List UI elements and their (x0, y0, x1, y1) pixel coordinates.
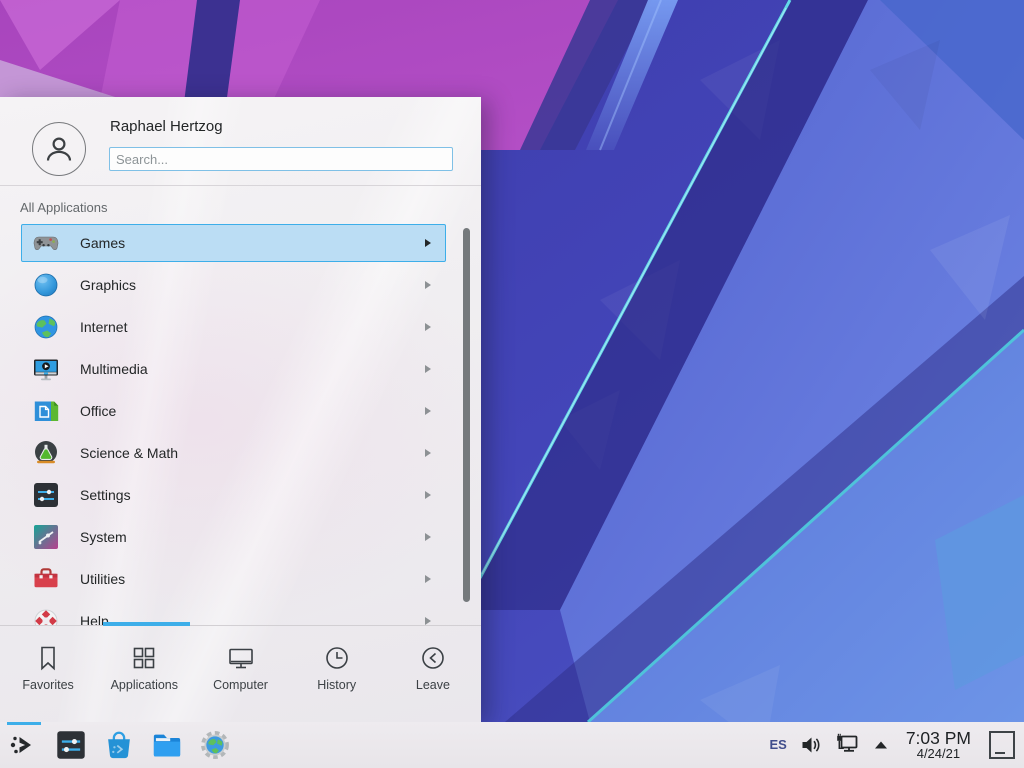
settings-icon (32, 481, 60, 509)
scrollbar-thumb[interactable] (463, 228, 470, 602)
tab-label: History (317, 678, 356, 692)
discover-button[interactable] (102, 725, 136, 765)
keyboard-layout-indicator[interactable]: ES (769, 737, 786, 752)
menu-item-label: Settings (80, 487, 425, 503)
menu-item-utilities[interactable]: Utilities (21, 560, 446, 598)
menu-item-science-math[interactable]: Science & Math (21, 434, 446, 472)
web-browser-button[interactable] (198, 725, 232, 765)
menu-item-multimedia[interactable]: Multimedia (21, 350, 446, 388)
taskbar-panel: ES 7:03 PM (0, 722, 1024, 768)
tab-computer[interactable]: Computer (192, 628, 288, 722)
menu-item-office[interactable]: Office (21, 392, 446, 430)
leave-circle-icon (419, 643, 447, 673)
wired-network-icon[interactable] (835, 733, 860, 756)
tab-applications[interactable]: Applications (96, 628, 192, 722)
active-tab-indicator (103, 622, 190, 626)
menu-item-label: Multimedia (80, 361, 425, 377)
launcher-header: Raphael Hertzog (0, 97, 481, 186)
multimedia-icon (32, 355, 60, 383)
office-icon (32, 397, 60, 425)
internet-icon (32, 313, 60, 341)
tab-label: Leave (416, 678, 450, 692)
tab-label: Computer (213, 678, 268, 692)
submenu-arrow-icon (425, 575, 431, 583)
submenu-arrow-icon (425, 407, 431, 415)
show-desktop-icon (988, 730, 1016, 760)
tab-leave[interactable]: Leave (385, 628, 481, 722)
tab-label: Favorites (22, 678, 73, 692)
system-settings-icon (55, 729, 87, 761)
user-avatar[interactable] (32, 122, 86, 176)
submenu-arrow-icon (425, 449, 431, 457)
grid-icon (130, 643, 158, 673)
taskbar-apps (0, 725, 232, 765)
submenu-arrow-icon (425, 491, 431, 499)
section-label: All Applications (20, 200, 107, 215)
tab-label: Applications (111, 678, 178, 692)
caret-up-icon[interactable] (873, 739, 889, 750)
menu-item-games[interactable]: Games (21, 224, 446, 262)
folder-icon (151, 729, 183, 761)
menu-item-graphics[interactable]: Graphics (21, 266, 446, 304)
submenu-arrow-icon (425, 365, 431, 373)
submenu-arrow-icon (425, 281, 431, 289)
monitor-icon (227, 643, 255, 673)
tab-favorites[interactable]: Favorites (0, 628, 96, 722)
menu-item-label: Utilities (80, 571, 425, 587)
system-settings-button[interactable] (54, 725, 88, 765)
menu-item-label: System (80, 529, 425, 545)
bookmark-icon (34, 643, 62, 673)
divider (0, 625, 481, 626)
science-icon (32, 439, 60, 467)
clock-icon (323, 643, 351, 673)
submenu-arrow-icon (425, 617, 431, 625)
menu-item-label: Science & Math (80, 445, 425, 461)
search-input[interactable] (109, 147, 453, 171)
menu-item-label: Games (80, 235, 425, 251)
application-launcher-popup: Raphael Hertzog All Applications Games (0, 97, 481, 722)
clock-time: 7:03 PM (906, 729, 971, 747)
clock-date: 4/24/21 (906, 747, 971, 761)
launcher-tab-bar: Favorites Applications Computer (0, 628, 481, 722)
kde-launcher-icon (8, 730, 38, 760)
menu-item-system[interactable]: System (21, 518, 446, 556)
menu-item-label: Internet (80, 319, 425, 335)
menu-item-internet[interactable]: Internet (21, 308, 446, 346)
graphics-icon (32, 271, 60, 299)
menu-item-label: Office (80, 403, 425, 419)
menu-item-settings[interactable]: Settings (21, 476, 446, 514)
user-icon (42, 132, 76, 166)
digital-clock[interactable]: 7:03 PM 4/24/21 (906, 729, 971, 761)
utilities-icon (32, 565, 60, 593)
discover-bag-icon (103, 729, 135, 761)
submenu-arrow-icon (425, 239, 431, 247)
file-manager-button[interactable] (150, 725, 184, 765)
application-launcher-button[interactable] (6, 725, 40, 765)
system-tray: ES 7:03 PM (769, 729, 1024, 761)
user-name: Raphael Hertzog (110, 118, 223, 135)
show-desktop-button[interactable] (988, 730, 1016, 760)
menu-item-label: Graphics (80, 277, 425, 293)
menu-item-help[interactable]: Help (21, 602, 446, 625)
volume-icon[interactable] (800, 734, 822, 756)
submenu-arrow-icon (425, 533, 431, 541)
system-icon (32, 523, 60, 551)
submenu-arrow-icon (425, 323, 431, 331)
category-list: Games Graphics (0, 224, 481, 625)
games-icon (32, 229, 60, 257)
help-icon (32, 607, 60, 625)
tab-history[interactable]: History (289, 628, 385, 722)
globe-gear-icon (199, 729, 231, 761)
active-task-indicator (7, 722, 41, 725)
